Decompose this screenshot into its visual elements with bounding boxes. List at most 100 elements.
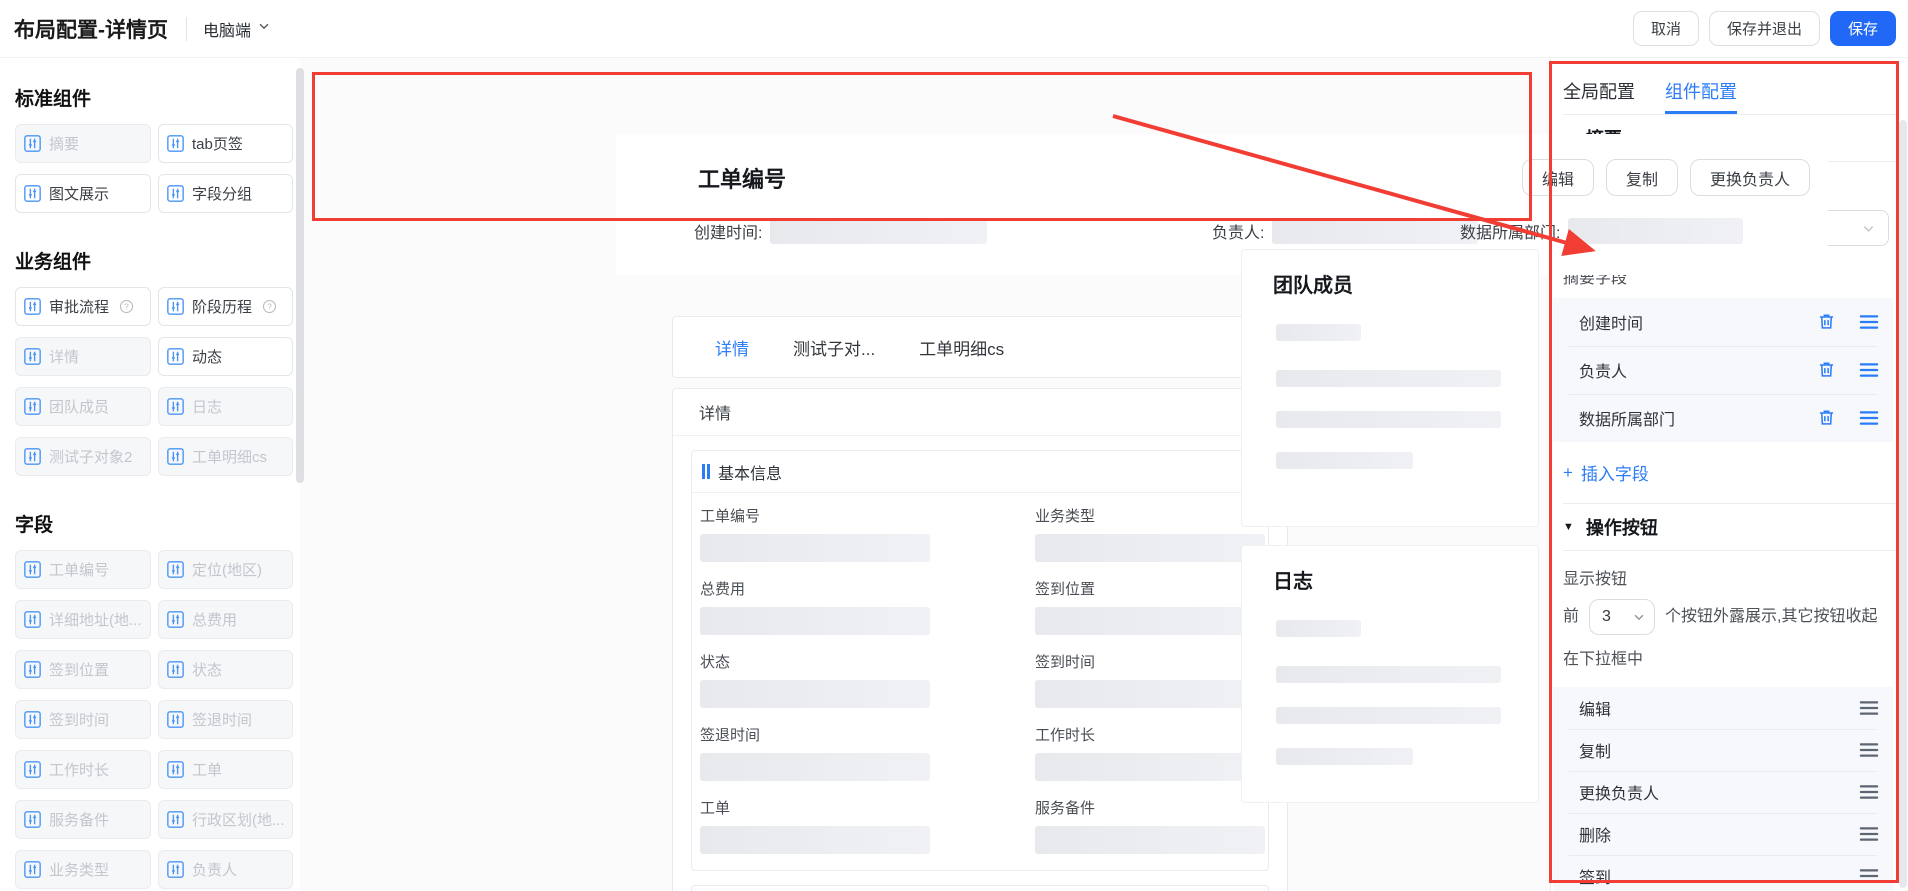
drag-handle-icon[interactable] xyxy=(1859,825,1879,848)
cancel-button[interactable]: 取消 xyxy=(1632,11,1699,46)
value-placeholder xyxy=(700,607,930,635)
value-placeholder xyxy=(700,534,930,562)
component-icon xyxy=(167,398,184,415)
summary-field-row[interactable]: 数据所属部门 xyxy=(1553,394,1893,442)
field-item: 工单编号 xyxy=(15,550,151,589)
help-icon[interactable]: ? xyxy=(262,299,277,314)
drag-handle-icon[interactable] xyxy=(1859,699,1879,722)
component-icon xyxy=(24,448,41,465)
delete-field-icon[interactable] xyxy=(1817,360,1836,384)
summary-fields-list: 创建时间 负责人 数据所属部门 xyxy=(1553,298,1893,442)
insert-field-button[interactable]: + 插入字段 xyxy=(1563,460,1908,485)
chevron-down-icon xyxy=(1861,221,1876,236)
value-placeholder xyxy=(1276,452,1413,469)
drag-handle-icon[interactable] xyxy=(1859,313,1879,336)
action-button-row[interactable]: 编辑 xyxy=(1553,687,1893,729)
section-title-business-components: 业务组件 xyxy=(15,252,92,273)
system-info-header: 系统信息 xyxy=(692,886,1268,891)
value-placeholder xyxy=(1035,534,1265,562)
detail-field: 签退时间 xyxy=(700,724,1035,781)
field-label: 业务类型 xyxy=(49,862,110,879)
button-count-select[interactable]: 3 xyxy=(1589,599,1656,635)
drag-handle-icon[interactable] xyxy=(1859,409,1879,432)
component-item[interactable]: tab页签 xyxy=(158,124,293,163)
component-icon xyxy=(24,348,41,365)
detail-field: 工单编号 xyxy=(700,505,1035,562)
field-label: 行政区划(地... xyxy=(192,812,284,829)
summary-field-row[interactable]: 创建时间 xyxy=(1553,298,1893,346)
component-item[interactable]: 图文展示 xyxy=(15,174,151,213)
action-button-name: 签到 xyxy=(1579,870,1612,887)
component-icon xyxy=(167,185,184,202)
summary-component[interactable]: 工单编号 编辑 复制 更换负责人 创建时间: 负责人: 数据所属部门: xyxy=(616,134,1828,275)
component-icon xyxy=(167,661,184,678)
save-and-exit-button[interactable]: 保存并退出 xyxy=(1708,11,1820,46)
action-buttons-section-header[interactable]: ▼ 操作按钮 xyxy=(1563,504,1908,550)
copy-button[interactable]: 复制 xyxy=(1605,159,1678,196)
detail-field-label: 服务备件 xyxy=(1035,800,1096,817)
tab-workorder-detail-cs[interactable]: 工单明细cs xyxy=(919,335,1004,360)
summary-fields-row: 创建时间: 负责人: 数据所属部门: xyxy=(616,218,1828,246)
component-item[interactable]: 审批流程? xyxy=(15,287,151,326)
delete-field-icon[interactable] xyxy=(1817,408,1836,432)
component-icon xyxy=(167,298,184,315)
value-placeholder xyxy=(1272,218,1479,244)
section-title-fields: 字段 xyxy=(15,515,54,536)
field-item: 签退时间 xyxy=(158,700,293,739)
log-component[interactable]: 日志 xyxy=(1241,545,1539,803)
action-button-row[interactable]: 复制 xyxy=(1553,729,1893,771)
component-label: 字段分组 xyxy=(192,186,253,203)
device-selector[interactable]: 电脑端 xyxy=(203,17,271,41)
team-members-component[interactable]: 团队成员 xyxy=(1241,249,1539,527)
drag-handle-icon[interactable] xyxy=(1859,361,1879,384)
delete-field-icon[interactable] xyxy=(1817,312,1836,336)
field-item: 负责人 xyxy=(158,850,293,889)
tab-component-config[interactable]: 组件配置 xyxy=(1665,78,1737,114)
system-info-group: 系统信息 创建人 创建时间 xyxy=(691,885,1269,891)
drag-handle-icon[interactable] xyxy=(1859,783,1879,806)
action-button-row[interactable]: 删除 xyxy=(1553,813,1893,855)
help-icon[interactable]: ? xyxy=(119,299,134,314)
top-bar: 布局配置-详情页 电脑端 取消 保存并退出 保存 xyxy=(0,0,1908,58)
edit-button[interactable]: 编辑 xyxy=(1521,159,1594,196)
summary-field-label: 创建时间: xyxy=(694,225,763,242)
save-button[interactable]: 保存 xyxy=(1829,11,1896,46)
component-item[interactable]: 动态 xyxy=(158,337,293,376)
component-item: 日志 xyxy=(158,387,293,426)
summary-field-row[interactable]: 负责人 xyxy=(1553,346,1893,394)
detail-field-label: 工单编号 xyxy=(700,508,761,525)
panel-scrollbar[interactable] xyxy=(1899,120,1907,888)
basic-info-title: 基本信息 xyxy=(718,465,783,483)
value-placeholder xyxy=(1276,666,1501,683)
component-icon xyxy=(24,185,41,202)
field-label: 工单编号 xyxy=(49,562,110,579)
tab-detail[interactable]: 详情 xyxy=(715,335,749,360)
component-item[interactable]: 阶段历程? xyxy=(158,287,293,326)
count-suffix-2: 在下拉框中 xyxy=(1563,651,1644,668)
component-icon xyxy=(24,761,41,778)
value-placeholder xyxy=(1276,707,1501,724)
value-placeholder xyxy=(1035,826,1265,854)
component-icon xyxy=(167,861,184,878)
drag-handle-icon[interactable] xyxy=(1859,867,1879,890)
detail-field: 状态 xyxy=(700,651,1035,708)
detail-component[interactable]: 详情 基本信息 工单编号 业务类型 总费用 签到位置 状态 签到时间 签退时间 … xyxy=(672,388,1288,891)
component-item[interactable]: 字段分组 xyxy=(158,174,293,213)
component-icon xyxy=(24,711,41,728)
change-owner-button[interactable]: 更换负责人 xyxy=(1689,159,1810,196)
action-button-row[interactable]: 签到 xyxy=(1553,855,1893,891)
field-label: 负责人 xyxy=(192,862,238,879)
action-button-row[interactable]: 更换负责人 xyxy=(1553,771,1893,813)
detail-field-label: 总费用 xyxy=(700,581,746,598)
team-members-title: 团队成员 xyxy=(1273,275,1353,297)
drag-handle-icon[interactable] xyxy=(1859,741,1879,764)
value-placeholder xyxy=(700,680,930,708)
tab-test-subobject[interactable]: 测试子对... xyxy=(793,335,875,360)
group-marker-icon xyxy=(702,464,710,479)
action-buttons-section-title: 操作按钮 xyxy=(1585,518,1658,538)
field-item: 服务备件 xyxy=(15,800,151,839)
component-label: 日志 xyxy=(192,399,223,416)
button-count-value: 3 xyxy=(1602,608,1611,625)
tab-global-config[interactable]: 全局配置 xyxy=(1563,78,1635,114)
sidebar-scrollbar[interactable] xyxy=(296,68,304,483)
